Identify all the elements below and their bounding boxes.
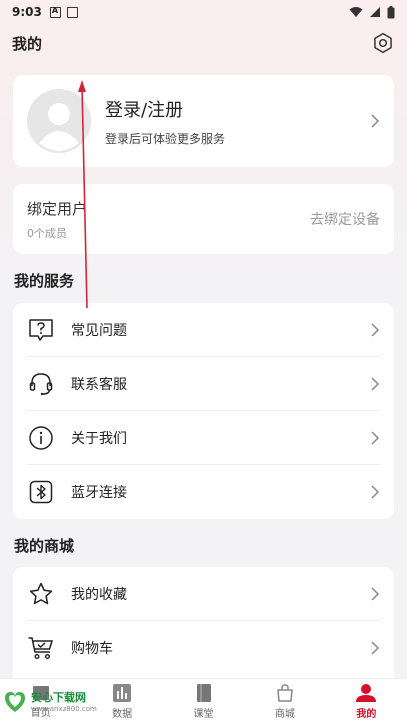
watermark-sub-text: www.anxz800.com (31, 705, 97, 713)
avatar (27, 89, 91, 153)
signal-icon (370, 7, 380, 17)
cart-icon (28, 637, 54, 660)
service-item-contact[interactable]: 联系客服 (27, 357, 380, 411)
bar-chart-icon (113, 683, 132, 702)
shopping-bag-icon (277, 683, 293, 702)
chevron-right-icon (371, 586, 380, 601)
login-register-title: 登录/注册 (105, 99, 184, 121)
login-register-card[interactable]: 登录/注册 登录后可体验更多服务 (13, 75, 394, 167)
member-count: 0个成员 (27, 226, 67, 240)
service-item-faq[interactable]: 常见问题 (27, 303, 380, 357)
tab-classroom[interactable]: 课堂 (163, 679, 244, 723)
bluetooth-icon (29, 480, 53, 504)
tab-label: 数据 (112, 708, 133, 720)
chevron-right-icon (371, 376, 380, 391)
bind-device-link[interactable]: 去绑定设备 (310, 209, 380, 229)
tab-label: 课堂 (193, 708, 214, 720)
status-right-icons (349, 5, 395, 19)
wifi-icon (349, 7, 363, 17)
watermark-logo-icon (5, 692, 25, 712)
page-title: 我的 (12, 34, 43, 53)
chevron-right-icon (371, 485, 380, 499)
service-item-bluetooth[interactable]: 蓝牙连接 (27, 465, 380, 519)
gear-icon (374, 32, 392, 54)
status-bar: 9:03 (0, 0, 407, 24)
chevron-right-icon (371, 430, 380, 445)
services-section-title: 我的服务 (14, 272, 75, 290)
mall-item-label: 购物车 (71, 641, 113, 657)
notification-a-icon (49, 6, 61, 18)
bind-user-title: 绑定用户 (27, 199, 88, 218)
notification-box-icon (66, 6, 78, 18)
default-user-icon (28, 90, 90, 152)
service-item-about[interactable]: 关于我们 (27, 411, 380, 465)
service-item-label: 常见问题 (71, 322, 127, 339)
watermark: 安心下载网 www.anxz800.com (2, 688, 97, 714)
mall-section-title: 我的商城 (14, 537, 75, 555)
login-register-subtitle: 登录后可体验更多服务 (105, 131, 226, 146)
mall-list: 我的收藏 购物车 (13, 567, 394, 687)
service-item-label: 蓝牙连接 (71, 485, 127, 501)
tab-mall[interactable]: 商城 (244, 679, 325, 723)
battery-icon (387, 5, 395, 18)
info-icon (29, 425, 53, 450)
question-icon (29, 318, 53, 341)
status-time: 9:03 (12, 5, 42, 19)
services-list: 常见问题 联系客服 关于我们 蓝牙连接 (13, 303, 394, 519)
profile-text: 登录/注册 登录后可体验更多服务 (105, 96, 225, 147)
chevron-right-icon (371, 322, 380, 337)
headset-icon (29, 372, 53, 395)
chevron-right-icon (371, 114, 380, 128)
settings-button[interactable] (371, 31, 395, 55)
watermark-main-text: 安心下载网 (31, 691, 86, 704)
mall-item-label: 我的收藏 (71, 586, 127, 603)
book-icon (196, 683, 211, 702)
bind-text: 绑定用户 0个成员 (27, 198, 87, 241)
chevron-right-icon (371, 641, 380, 655)
tab-mine[interactable]: 我的 (326, 679, 407, 723)
tab-label: 我的 (356, 708, 377, 720)
page-header: 我的 (0, 28, 407, 58)
service-item-label: 关于我们 (71, 430, 127, 447)
tab-label: 商城 (274, 708, 295, 720)
star-icon (29, 582, 53, 604)
person-icon (356, 683, 377, 702)
mall-item-cart[interactable]: 购物车 (27, 621, 380, 675)
service-item-label: 联系客服 (71, 376, 127, 393)
mall-item-favorites[interactable]: 我的收藏 (27, 567, 380, 621)
bind-user-card[interactable]: 绑定用户 0个成员 去绑定设备 (13, 184, 394, 254)
